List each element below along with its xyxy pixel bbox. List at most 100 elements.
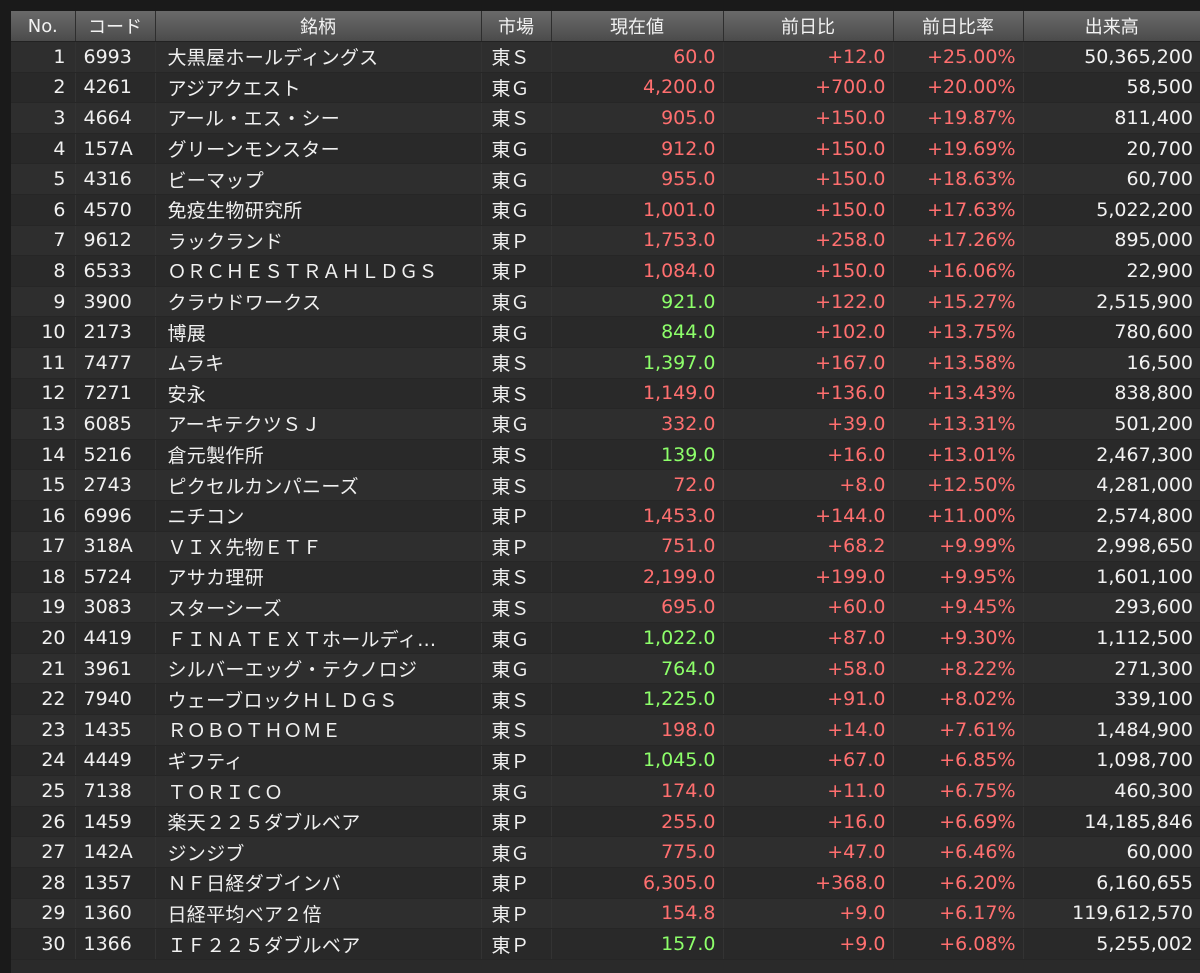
header-market[interactable]: 市場: [481, 11, 552, 42]
row-change: +16.0: [723, 439, 894, 471]
row-price: 1,225.0: [551, 683, 724, 716]
row-price: 255.0: [551, 806, 724, 838]
row-price: 1,149.0: [551, 378, 724, 410]
table-row[interactable]: 14 5216 倉元製作所 東Ｓ 139.0 +16.0 +13.01% 2,467,300: [11, 439, 1200, 471]
table-row[interactable]: 10 2173 博展 東Ｇ 844.0 +102.0 +13.75% 780,600: [11, 316, 1200, 348]
row-code: 1357: [75, 867, 156, 899]
row-name: アーキテクツＳＪ: [155, 408, 482, 440]
table-row[interactable]: 7 9612 ラックランド 東Ｐ 1,753.0 +258.0 +17.26% 895,000: [11, 225, 1200, 257]
row-code: 4316: [75, 163, 156, 195]
table-row[interactable]: 30 1366 ＩＦ２２５ダブルベア 東Ｐ 157.0 +9.0 +6.08% 5,255,0…: [11, 928, 1200, 960]
row-change: +700.0: [723, 72, 894, 104]
row-price: 1,045.0: [551, 745, 724, 777]
table-row[interactable]: 23 1435 ＲＯＢＯＴＨＯＭＥ 東Ｓ 198.0 +14.0 +7.61% 1,484,9…: [11, 714, 1200, 746]
row-name: ムラキ: [155, 347, 482, 379]
table-row[interactable]: 21 3961 シルバーエッグ・テクノロジ 東Ｇ 764.0 +58.0 +8.22% 271…: [11, 653, 1200, 685]
table-row[interactable]: 8 6533 ＯＲＣＨＥＳＴＲＡＨＬＤＧＳ 東Ｐ 1,084.0 +150.0 +16.06…: [11, 255, 1200, 287]
row-code: 2173: [75, 316, 156, 348]
row-change: +9.0: [723, 928, 894, 960]
row-price: 1,453.0: [551, 500, 724, 532]
table-row[interactable]: 16 6996 ニチコン 東Ｐ 1,453.0 +144.0 +11.00% 2,574,80…: [11, 500, 1200, 532]
row-name: ニチコン: [155, 500, 482, 532]
table-row[interactable]: 3 4664 アール・エス・シー 東Ｓ 905.0 +150.0 +19.87% 811,40…: [11, 102, 1200, 134]
table-row[interactable]: 6 4570 免疫生物研究所 東Ｇ 1,001.0 +150.0 +17.63% 5,022,…: [11, 194, 1200, 226]
row-rate: +11.00%: [893, 500, 1024, 532]
header-price[interactable]: 現在値: [551, 11, 724, 42]
row-volume: 20,700: [1023, 133, 1200, 165]
row-no: 16: [11, 500, 76, 532]
row-change: +167.0: [723, 347, 894, 379]
row-code: 7138: [75, 775, 156, 807]
row-name: シルバーエッグ・テクノロジ: [155, 653, 482, 685]
table-row[interactable]: 27 142A ジンジブ 東Ｇ 775.0 +47.0 +6.46% 60,000: [11, 836, 1200, 869]
table-row[interactable]: 12 7271 安永 東Ｓ 1,149.0 +136.0 +13.43% 838,800: [11, 378, 1200, 410]
row-rate: +16.06%: [893, 255, 1024, 287]
row-volume: 5,255,002: [1023, 928, 1200, 960]
table-row[interactable]: 15 2743 ピクセルカンパニーズ 東Ｓ 72.0 +8.0 +12.50% 4,281,0…: [11, 469, 1200, 501]
row-code: 6085: [75, 408, 156, 440]
row-volume: 811,400: [1023, 102, 1200, 134]
row-volume: 22,900: [1023, 255, 1200, 287]
table-row[interactable]: 28 1357 ＮＦ日経ダブインバ 東Ｐ 6,305.0 +368.0 +6.20% 6,16…: [11, 867, 1200, 899]
row-no: 8: [11, 255, 76, 287]
table-row[interactable]: 25 7138 ＴＯＲＩＣＯ 東Ｇ 174.0 +11.0 +6.75% 460,300: [11, 775, 1200, 807]
row-volume: 14,185,846: [1023, 806, 1200, 838]
row-price: 1,084.0: [551, 255, 724, 287]
row-change: +68.2: [723, 531, 894, 563]
table-row[interactable]: 26 1459 楽天２２５ダブルベア 東Ｐ 255.0 +16.0 +6.69% 14,185…: [11, 806, 1200, 838]
header-change[interactable]: 前日比: [723, 11, 894, 42]
row-no: 1: [11, 41, 76, 73]
row-name: ウェーブロックＨＬＤＧＳ: [155, 683, 482, 716]
row-code: 157A: [75, 133, 156, 165]
row-change: +16.0: [723, 806, 894, 838]
table-row[interactable]: 1 6993 大黒屋ホールディングス 東Ｓ 60.0 +12.0 +25.00% 50,365…: [11, 41, 1200, 73]
row-volume: 339,100: [1023, 683, 1200, 716]
row-no: 26: [11, 806, 76, 838]
row-price: 157.0: [551, 928, 724, 960]
row-change: +136.0: [723, 378, 894, 410]
table-row[interactable]: 5 4316 ビーマップ 東Ｇ 955.0 +150.0 +18.63% 60,700: [11, 163, 1200, 195]
row-code: 3900: [75, 286, 156, 318]
table-row[interactable]: 24 4449 ギフティ 東Ｐ 1,045.0 +67.0 +6.85% 1,098,700: [11, 745, 1200, 777]
header-volume[interactable]: 出来高: [1023, 11, 1200, 42]
row-volume: 2,998,650: [1023, 531, 1200, 563]
table-row[interactable]: 13 6085 アーキテクツＳＪ 東Ｇ 332.0 +39.0 +13.31% 501,200: [11, 408, 1200, 440]
row-price: 198.0: [551, 714, 724, 746]
row-volume: 2,574,800: [1023, 500, 1200, 532]
row-volume: 1,601,100: [1023, 561, 1200, 593]
table-row[interactable]: 4 157A グリーンモンスター 東Ｇ 912.0 +150.0 +19.69% 20,700: [11, 133, 1200, 165]
row-market: 東Ｐ: [481, 898, 552, 930]
header-rate[interactable]: 前日比率: [893, 11, 1024, 42]
row-volume: 2,515,900: [1023, 286, 1200, 318]
table-row[interactable]: 22 7940 ウェーブロックＨＬＤＧＳ 東Ｓ 1,225.0 +91.0 +8.02% 33…: [11, 683, 1200, 716]
row-rate: +12.50%: [893, 469, 1024, 501]
table-row[interactable]: 17 318A ＶＩＸ先物ＥＴＦ 東Ｐ 751.0 +68.2 +9.99% 2,998,65…: [11, 531, 1200, 563]
row-volume: 895,000: [1023, 225, 1200, 257]
table-row[interactable]: 29 1360 日経平均ベア２倍 東Ｐ 154.8 +9.0 +6.17% 119,612,5…: [11, 898, 1200, 930]
row-market: 東Ｇ: [481, 72, 552, 104]
row-change: +58.0: [723, 653, 894, 685]
row-change: +8.0: [723, 469, 894, 501]
table-row[interactable]: 9 3900 クラウドワークス 東Ｇ 921.0 +122.0 +15.27% 2,515,9…: [11, 286, 1200, 318]
table-row[interactable]: 18 5724 アサカ理研 東Ｓ 2,199.0 +199.0 +9.95% 1,601,10…: [11, 561, 1200, 593]
header-code[interactable]: コード: [75, 11, 156, 42]
table-row[interactable]: 2 4261 アジアクエスト 東Ｇ 4,200.0 +700.0 +20.00% 58,500: [11, 72, 1200, 104]
row-no: 7: [11, 225, 76, 257]
row-volume: 60,000: [1023, 836, 1200, 869]
table-row[interactable]: 11 7477 ムラキ 東Ｓ 1,397.0 +167.0 +13.58% 16,500: [11, 347, 1200, 379]
row-name: 安永: [155, 378, 482, 410]
row-change: +150.0: [723, 255, 894, 287]
row-market: 東Ｇ: [481, 286, 552, 318]
row-market: 東Ｇ: [481, 408, 552, 440]
header-no[interactable]: No.: [11, 11, 76, 42]
row-price: 332.0: [551, 408, 724, 440]
row-name: ＶＩＸ先物ＥＴＦ: [155, 531, 482, 563]
row-volume: 838,800: [1023, 378, 1200, 410]
row-change: +150.0: [723, 133, 894, 165]
row-price: 955.0: [551, 163, 724, 195]
table-row[interactable]: 20 4419 ＦＩＮＡＴＥＸＴホールディ… 東Ｇ 1,022.0 +87.0 +9.30%…: [11, 622, 1200, 654]
table-row[interactable]: 19 3083 スターシーズ 東Ｓ 695.0 +60.0 +9.45% 293,600: [11, 592, 1200, 624]
ranking-window: No. コード 銘柄 市場 現在値 前日比 前日比率 出来高 1 6993 大黒屋ホ…: [0, 0, 1200, 973]
header-name[interactable]: 銘柄: [155, 11, 482, 42]
row-rate: +20.00%: [893, 72, 1024, 104]
